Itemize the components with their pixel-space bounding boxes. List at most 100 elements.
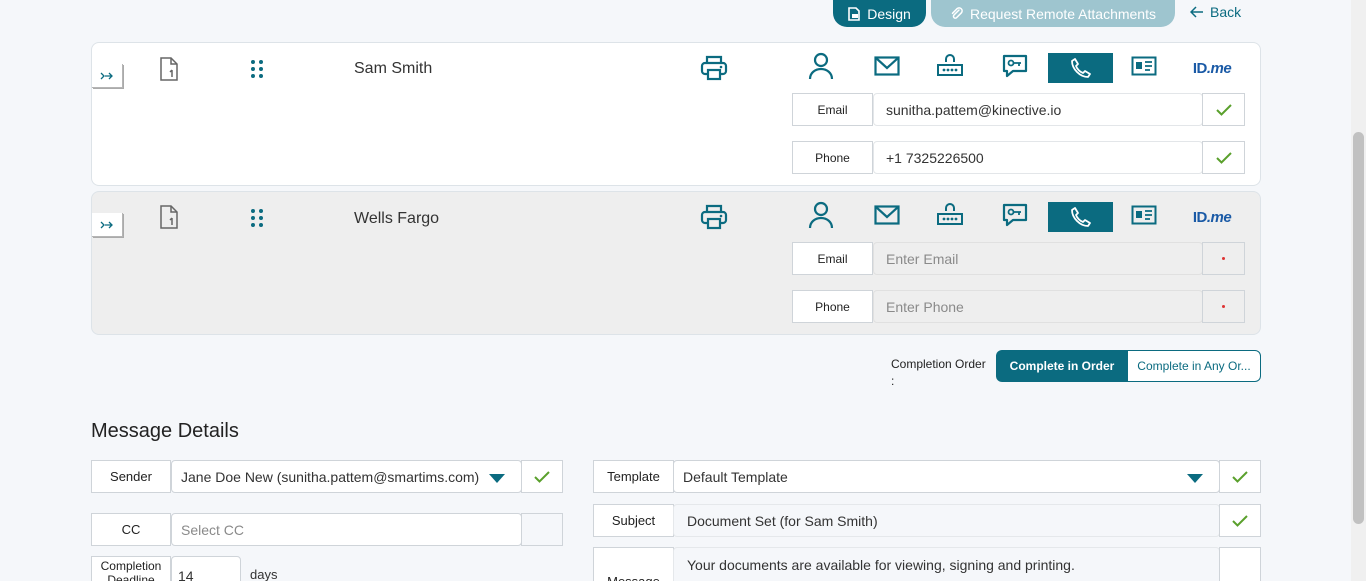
complete-in-any-order-toggle[interactable]: Complete in Any Or... (1127, 350, 1261, 382)
completion-order-colon: : (891, 374, 895, 388)
method-idme-button[interactable]: ID .me (1188, 202, 1236, 232)
method-chat-key-button[interactable] (995, 51, 1035, 81)
expand-arrow-icon (100, 72, 113, 79)
envelope-icon (874, 205, 900, 225)
cc-input[interactable]: Select CC (171, 513, 522, 546)
envelope-icon (874, 56, 900, 76)
person-icon (808, 201, 834, 229)
check-icon (534, 470, 550, 483)
subject-input[interactable]: Document Set (for Sam Smith) (673, 504, 1220, 537)
sender-valid-check (521, 460, 563, 493)
required-dot-icon (1222, 257, 1225, 260)
email-required-marker (1202, 242, 1245, 275)
design-button[interactable]: Design (833, 0, 926, 27)
design-doc-icon (848, 6, 861, 21)
sender-value: Jane Doe New (sunitha.pattem@smartims.co… (181, 468, 480, 485)
deadline-unit: days (250, 567, 278, 581)
idme-me-text: .me (1206, 59, 1232, 77)
phone-icon (1070, 58, 1091, 78)
cc-label: CC (91, 513, 171, 546)
completion-deadline-input[interactable]: 14 (171, 556, 241, 581)
signer-card-2: Wells Fargo ID .me Email Enter Email Phon… (91, 191, 1261, 335)
printer-icon[interactable] (700, 204, 728, 230)
cc-status (521, 513, 563, 546)
required-dot-icon (1222, 305, 1225, 308)
phone-required-marker (1202, 290, 1245, 323)
method-phone-button[interactable] (1048, 53, 1113, 83)
email-valid-check (1202, 93, 1245, 126)
method-email-button[interactable] (867, 200, 907, 230)
check-icon (1215, 103, 1232, 116)
method-email-button[interactable] (867, 51, 907, 81)
document-icon[interactable] (158, 205, 180, 229)
person-icon (808, 52, 834, 80)
method-password-button[interactable] (930, 200, 970, 230)
chat-key-icon (1002, 203, 1028, 227)
phone-input[interactable]: Enter Phone (873, 290, 1203, 323)
message-label: Message (593, 547, 674, 581)
drag-handle-icon[interactable] (250, 59, 264, 79)
expand-arrow-icon (100, 221, 113, 228)
email-input[interactable]: Enter Email (873, 242, 1203, 275)
design-label: Design (867, 5, 911, 22)
method-id-card-button[interactable] (1124, 200, 1164, 230)
email-label: Email (792, 93, 873, 126)
message-status (1219, 547, 1261, 581)
drag-handle-icon[interactable] (250, 208, 264, 228)
expand-toggle-button[interactable] (92, 64, 123, 88)
signer-card-1: Sam Smith ID .me Email sunitha.pattem@kin… (91, 42, 1261, 186)
chevron-down-icon (1187, 474, 1203, 483)
email-input[interactable]: sunitha.pattem@kinective.io (873, 93, 1203, 126)
method-phone-button[interactable] (1048, 202, 1113, 232)
chat-key-icon (1002, 54, 1028, 78)
scrollbar-track[interactable] (1351, 0, 1366, 581)
password-field-icon (937, 203, 963, 225)
message-textarea[interactable]: Your documents are available for viewing… (673, 547, 1220, 581)
method-id-card-button[interactable] (1124, 51, 1164, 81)
sender-select[interactable]: Jane Doe New (sunitha.pattem@smartims.co… (171, 460, 522, 493)
back-label: Back (1210, 4, 1242, 20)
request-remote-attachments-button[interactable]: Request Remote Attachments (931, 0, 1175, 27)
scrollbar-thumb[interactable] (1353, 132, 1364, 524)
message-details-title: Message Details (91, 420, 239, 442)
subject-label: Subject (593, 504, 674, 537)
signer-name: Sam Smith (354, 60, 433, 77)
expand-toggle-button[interactable] (92, 213, 123, 237)
printer-icon[interactable] (700, 55, 728, 81)
completion-deadline-label: Completion Deadline (91, 556, 171, 581)
check-icon (1232, 470, 1248, 483)
template-valid-check (1219, 460, 1261, 493)
phone-label: Phone (792, 141, 873, 174)
method-password-button[interactable] (930, 51, 970, 81)
completion-order-text: Completion Order (891, 357, 986, 371)
idme-me-text: .me (1206, 208, 1232, 226)
check-icon (1232, 514, 1248, 527)
idme-id-text: ID (1192, 59, 1208, 77)
template-select[interactable]: Default Template (673, 460, 1220, 493)
chevron-down-icon (489, 474, 505, 483)
phone-input[interactable]: +1 7325226500 (873, 141, 1203, 174)
complete-in-order-toggle[interactable]: Complete in Order (996, 350, 1128, 382)
remote-label: Request Remote Attachments (970, 5, 1156, 22)
method-person-button[interactable] (801, 200, 841, 230)
phone-icon (1070, 207, 1091, 227)
subject-valid-check (1219, 504, 1261, 537)
id-card-icon (1131, 205, 1157, 225)
back-link[interactable]: Back (1190, 2, 1241, 22)
arrow-left-icon (1190, 6, 1203, 18)
document-icon[interactable] (158, 57, 180, 81)
completion-order-label: Completion Order : (891, 356, 991, 390)
email-label: Email (792, 242, 873, 275)
check-icon (1215, 151, 1232, 164)
signer-name: Wells Fargo (354, 210, 440, 227)
id-card-icon (1131, 56, 1157, 76)
password-field-icon (937, 54, 963, 76)
sender-label: Sender (91, 460, 171, 493)
idme-id-text: ID (1192, 208, 1208, 226)
template-value: Default Template (683, 468, 788, 485)
phone-valid-check (1202, 141, 1245, 174)
method-idme-button[interactable]: ID .me (1188, 53, 1236, 83)
method-person-button[interactable] (801, 51, 841, 81)
phone-label: Phone (792, 290, 873, 323)
method-chat-key-button[interactable] (995, 200, 1035, 230)
